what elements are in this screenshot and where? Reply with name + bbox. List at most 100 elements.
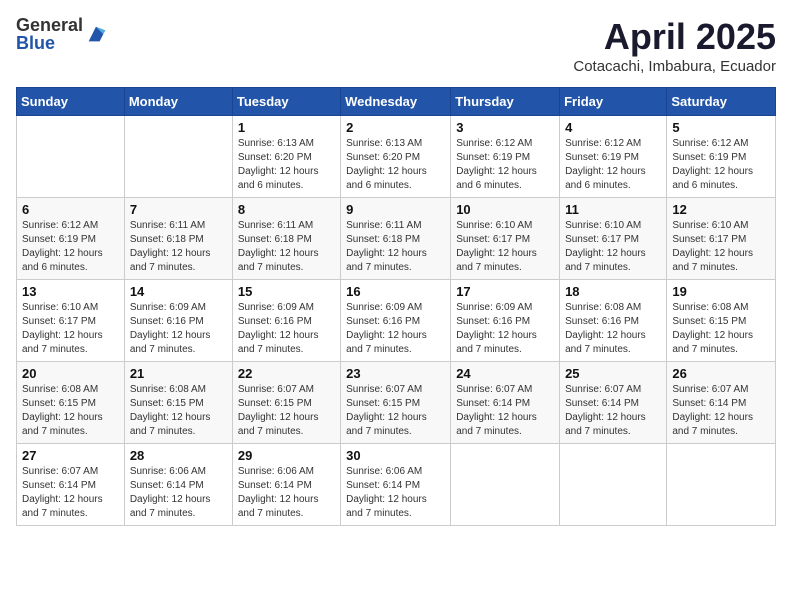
week-row-1: 1Sunrise: 6:13 AM Sunset: 6:20 PM Daylig… xyxy=(17,116,776,198)
day-detail: Sunrise: 6:06 AM Sunset: 6:14 PM Dayligh… xyxy=(238,465,335,521)
day-number: 9 xyxy=(346,202,445,217)
day-number: 6 xyxy=(22,202,119,217)
calendar-cell: 10 Sunrise: 6:10 AM Sunset: 6:17 PM Dayli… xyxy=(451,198,560,280)
logo-general-text: General xyxy=(16,16,83,34)
calendar-cell: 8 Sunrise: 6:11 AM Sunset: 6:18 PM Daylig… xyxy=(232,198,340,280)
day-number: 12 xyxy=(672,202,770,217)
calendar-cell: 28 Sunrise: 6:06 AM Sunset: 6:14 PM Dayli… xyxy=(124,444,232,526)
calendar-cell: 23 Sunrise: 6:07 AM Sunset: 6:15 PM Dayli… xyxy=(341,362,451,444)
header-tuesday: Tuesday xyxy=(232,88,340,116)
calendar-cell: 16Sunrise: 6:09 AM Sunset: 6:16 PM Dayli… xyxy=(341,280,451,362)
day-number: 24 xyxy=(456,366,554,381)
day-detail: Sunrise: 6:09 AM Sunset: 6:16 PM Dayligh… xyxy=(238,301,335,357)
day-number: 30 xyxy=(346,448,445,463)
day-detail: Sunrise: 6:07 AM Sunset: 6:14 PM Dayligh… xyxy=(672,383,770,439)
calendar-cell: 7 Sunrise: 6:11 AM Sunset: 6:18 PM Daylig… xyxy=(124,198,232,280)
day-detail: Sunrise: 6:08 AM Sunset: 6:15 PM Dayligh… xyxy=(130,383,227,439)
day-detail: Sunrise: 6:07 AM Sunset: 6:14 PM Dayligh… xyxy=(22,465,119,521)
day-detail: Sunrise: 6:10 AM Sunset: 6:17 PM Dayligh… xyxy=(22,301,119,357)
page-header: General Blue April 2025 Cotacachi, Imbab… xyxy=(16,16,776,75)
calendar-cell: 21 Sunrise: 6:08 AM Sunset: 6:15 PM Dayli… xyxy=(124,362,232,444)
day-detail: Sunrise: 6:07 AM Sunset: 6:14 PM Dayligh… xyxy=(565,383,661,439)
calendar-cell: 1Sunrise: 6:13 AM Sunset: 6:20 PM Daylig… xyxy=(232,116,340,198)
day-number: 11 xyxy=(565,202,661,217)
day-number: 3 xyxy=(456,120,554,135)
day-detail: Sunrise: 6:07 AM Sunset: 6:15 PM Dayligh… xyxy=(238,383,335,439)
calendar-cell: 22Sunrise: 6:07 AM Sunset: 6:15 PM Dayli… xyxy=(232,362,340,444)
day-number: 19 xyxy=(672,284,770,299)
day-detail: Sunrise: 6:09 AM Sunset: 6:16 PM Dayligh… xyxy=(346,301,445,357)
calendar-body: 1Sunrise: 6:13 AM Sunset: 6:20 PM Daylig… xyxy=(17,116,776,526)
week-row-2: 6Sunrise: 6:12 AM Sunset: 6:19 PM Daylig… xyxy=(17,198,776,280)
calendar-cell: 17 Sunrise: 6:09 AM Sunset: 6:16 PM Dayli… xyxy=(451,280,560,362)
calendar-cell: 12 Sunrise: 6:10 AM Sunset: 6:17 PM Dayli… xyxy=(667,198,776,280)
day-number: 25 xyxy=(565,366,661,381)
calendar-cell: 26 Sunrise: 6:07 AM Sunset: 6:14 PM Dayli… xyxy=(667,362,776,444)
title-area: April 2025 Cotacachi, Imbabura, Ecuador xyxy=(573,16,776,75)
day-number: 27 xyxy=(22,448,119,463)
header-wednesday: Wednesday xyxy=(341,88,451,116)
day-detail: Sunrise: 6:11 AM Sunset: 6:18 PM Dayligh… xyxy=(130,219,227,275)
week-row-3: 13 Sunrise: 6:10 AM Sunset: 6:17 PM Dayli… xyxy=(17,280,776,362)
day-detail: Sunrise: 6:10 AM Sunset: 6:17 PM Dayligh… xyxy=(456,219,554,275)
calendar-cell xyxy=(17,116,125,198)
day-number: 18 xyxy=(565,284,661,299)
calendar-cell: 3 Sunrise: 6:12 AM Sunset: 6:19 PM Daylig… xyxy=(451,116,560,198)
calendar-cell: 2Sunrise: 6:13 AM Sunset: 6:20 PM Daylig… xyxy=(341,116,451,198)
day-detail: Sunrise: 6:11 AM Sunset: 6:18 PM Dayligh… xyxy=(346,219,445,275)
calendar-cell: 13 Sunrise: 6:10 AM Sunset: 6:17 PM Dayli… xyxy=(17,280,125,362)
day-number: 7 xyxy=(130,202,227,217)
day-detail: Sunrise: 6:08 AM Sunset: 6:16 PM Dayligh… xyxy=(565,301,661,357)
day-detail: Sunrise: 6:12 AM Sunset: 6:19 PM Dayligh… xyxy=(456,137,554,193)
day-number: 21 xyxy=(130,366,227,381)
week-row-4: 20 Sunrise: 6:08 AM Sunset: 6:15 PM Dayli… xyxy=(17,362,776,444)
calendar-cell: 25 Sunrise: 6:07 AM Sunset: 6:14 PM Dayli… xyxy=(560,362,667,444)
day-number: 8 xyxy=(238,202,335,217)
day-number: 2 xyxy=(346,120,445,135)
day-number: 29 xyxy=(238,448,335,463)
day-number: 10 xyxy=(456,202,554,217)
day-number: 13 xyxy=(22,284,119,299)
day-number: 20 xyxy=(22,366,119,381)
day-detail: Sunrise: 6:13 AM Sunset: 6:20 PM Dayligh… xyxy=(238,137,335,193)
header-saturday: Saturday xyxy=(667,88,776,116)
day-number: 23 xyxy=(346,366,445,381)
day-number: 4 xyxy=(565,120,661,135)
day-detail: Sunrise: 6:09 AM Sunset: 6:16 PM Dayligh… xyxy=(456,301,554,357)
day-number: 28 xyxy=(130,448,227,463)
day-detail: Sunrise: 6:10 AM Sunset: 6:17 PM Dayligh… xyxy=(672,219,770,275)
day-detail: Sunrise: 6:07 AM Sunset: 6:15 PM Dayligh… xyxy=(346,383,445,439)
location-subtitle: Cotacachi, Imbabura, Ecuador xyxy=(573,58,776,75)
calendar-cell xyxy=(667,444,776,526)
calendar-cell: 11 Sunrise: 6:10 AM Sunset: 6:17 PM Dayli… xyxy=(560,198,667,280)
calendar-cell: 14 Sunrise: 6:09 AM Sunset: 6:16 PM Dayli… xyxy=(124,280,232,362)
calendar-cell: 5 Sunrise: 6:12 AM Sunset: 6:19 PM Daylig… xyxy=(667,116,776,198)
day-detail: Sunrise: 6:12 AM Sunset: 6:19 PM Dayligh… xyxy=(565,137,661,193)
calendar-cell: 19 Sunrise: 6:08 AM Sunset: 6:15 PM Dayli… xyxy=(667,280,776,362)
logo-icon xyxy=(85,23,107,45)
calendar-table: Sunday Monday Tuesday Wednesday Thursday… xyxy=(16,87,776,526)
header-sunday: Sunday xyxy=(17,88,125,116)
day-detail: Sunrise: 6:08 AM Sunset: 6:15 PM Dayligh… xyxy=(22,383,119,439)
calendar-cell: 24Sunrise: 6:07 AM Sunset: 6:14 PM Dayli… xyxy=(451,362,560,444)
day-detail: Sunrise: 6:10 AM Sunset: 6:17 PM Dayligh… xyxy=(565,219,661,275)
calendar-cell: 4 Sunrise: 6:12 AM Sunset: 6:19 PM Daylig… xyxy=(560,116,667,198)
calendar-cell xyxy=(124,116,232,198)
day-detail: Sunrise: 6:12 AM Sunset: 6:19 PM Dayligh… xyxy=(672,137,770,193)
calendar-cell: 18 Sunrise: 6:08 AM Sunset: 6:16 PM Dayli… xyxy=(560,280,667,362)
day-detail: Sunrise: 6:09 AM Sunset: 6:16 PM Dayligh… xyxy=(130,301,227,357)
header-row: Sunday Monday Tuesday Wednesday Thursday… xyxy=(17,88,776,116)
calendar-cell xyxy=(560,444,667,526)
day-number: 14 xyxy=(130,284,227,299)
calendar-cell: 29 Sunrise: 6:06 AM Sunset: 6:14 PM Dayli… xyxy=(232,444,340,526)
calendar-header: Sunday Monday Tuesday Wednesday Thursday… xyxy=(17,88,776,116)
day-number: 5 xyxy=(672,120,770,135)
calendar-cell: 9 Sunrise: 6:11 AM Sunset: 6:18 PM Daylig… xyxy=(341,198,451,280)
day-detail: Sunrise: 6:11 AM Sunset: 6:18 PM Dayligh… xyxy=(238,219,335,275)
logo-blue-text: Blue xyxy=(16,34,83,52)
day-number: 26 xyxy=(672,366,770,381)
header-monday: Monday xyxy=(124,88,232,116)
day-detail: Sunrise: 6:06 AM Sunset: 6:14 PM Dayligh… xyxy=(130,465,227,521)
day-number: 17 xyxy=(456,284,554,299)
day-detail: Sunrise: 6:08 AM Sunset: 6:15 PM Dayligh… xyxy=(672,301,770,357)
